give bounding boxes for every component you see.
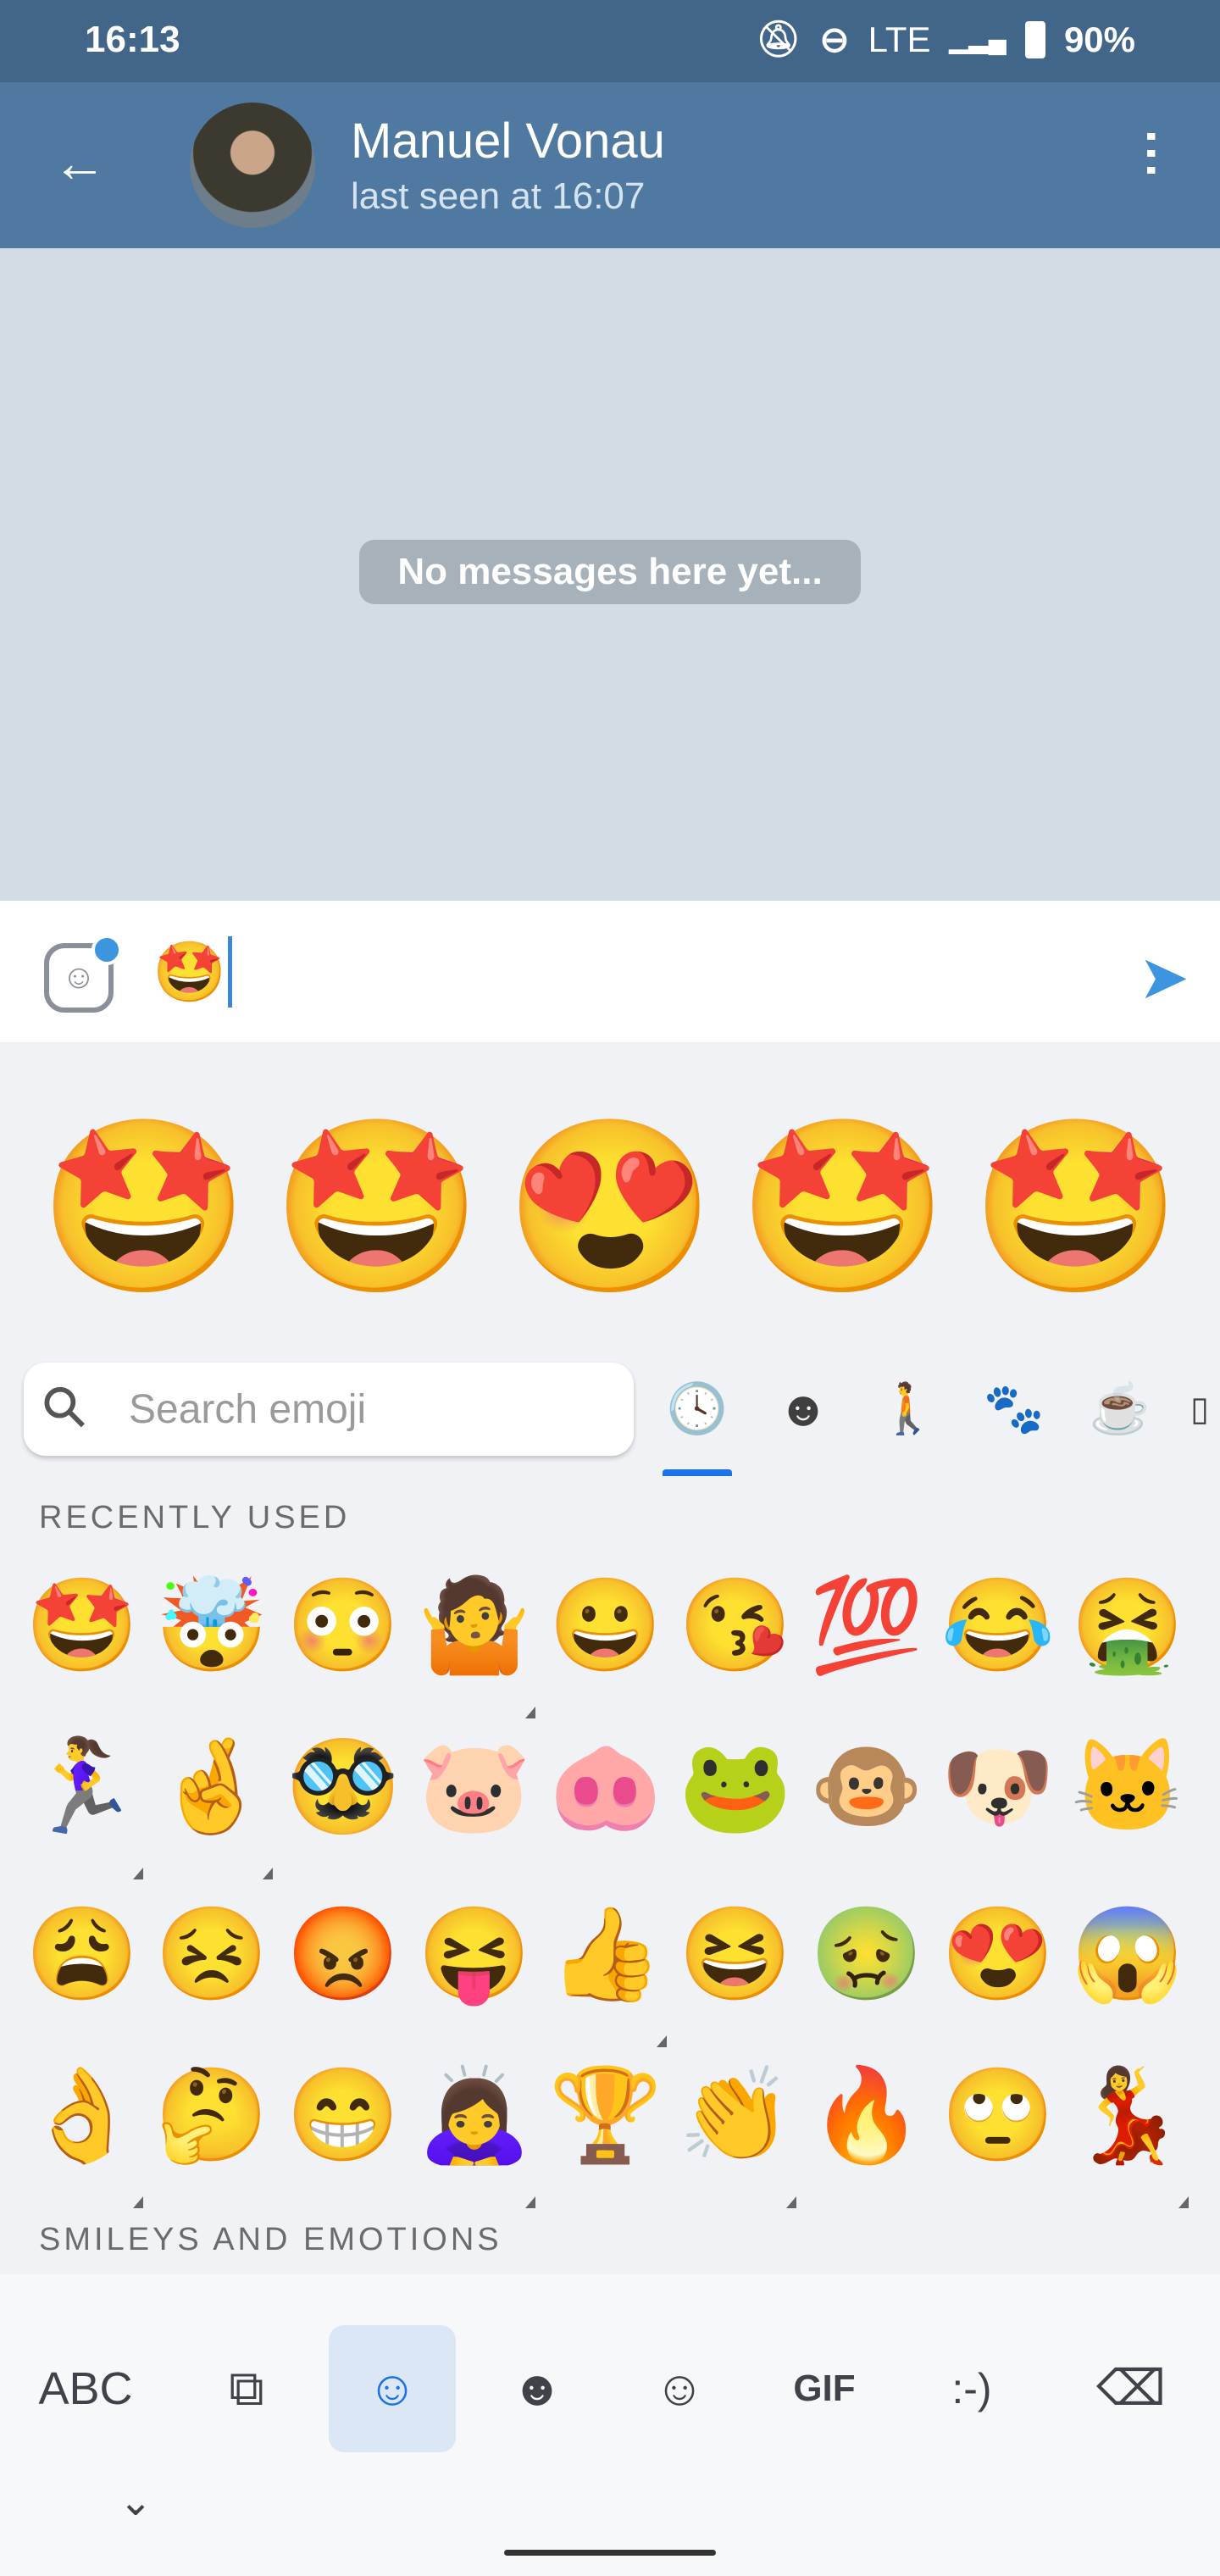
emoji-cell[interactable]: 😂 [934,1562,1062,1689]
home-indicator[interactable] [504,2550,716,2556]
search-emoji-input[interactable] [129,1381,603,1437]
sticker-button[interactable]: ☺ [616,2325,743,2452]
emoticon-button[interactable]: :-) [908,2325,1035,2452]
emoji-cell[interactable]: 🐷 [411,1723,538,1850]
emoji-cell[interactable]: 🤯 [148,1562,275,1689]
emoji-cell[interactable]: 🐶 [934,1723,1062,1850]
emoji-cell[interactable]: 🤩 [19,1562,146,1689]
back-arrow-icon[interactable]: ← [53,133,107,192]
send-icon[interactable]: ➤ [1139,941,1190,1013]
emoji-cell[interactable]: 😡 [280,1890,407,2018]
emoji-cell[interactable]: 🥸 [280,1723,407,1850]
emoji-cell[interactable]: 🔥 [803,2051,930,2179]
emoji-cell[interactable]: 😘 [672,1562,799,1689]
emoji-cell[interactable]: 🏆 [542,2051,669,2179]
tab-smileys[interactable]: ☻ [765,1377,841,1441]
sticker-icon: ☺ [654,2361,705,2416]
emoji-cell[interactable]: 🤷 [411,1562,538,1689]
variant-indicator [133,1868,143,1879]
emoji-cell[interactable]: 🐽 [542,1723,669,1850]
emoji-cell[interactable]: 😀 [542,1562,669,1689]
emoji-cell[interactable]: 😱 [1064,1890,1191,2018]
emoji-cell[interactable]: 😩 [19,1890,146,2018]
keyboard-toolbar: ABC ⧉ ☺ ☻ ☺ GIF :-) ⌫ ⌄ [0,2274,1220,2576]
chat-header: ← Manuel Vonau last seen at 16:07 ⋯ [0,82,1220,248]
emoji-cell[interactable]: 😍 [934,1890,1062,2018]
variant-indicator [1178,2196,1189,2208]
tab-food[interactable]: ☕ [1082,1377,1158,1441]
dnd-icon: ⊖ [819,19,850,59]
emoji-search[interactable]: ⚲ [24,1363,634,1456]
emoji-cell[interactable]: 🏃‍♀️ [19,1723,146,1850]
suggestion-emoji[interactable]: 😍 [500,1097,720,1318]
tab-recent[interactable]: 🕓 [659,1377,735,1441]
battery-percent: 90% [1063,19,1135,59]
emoji-button[interactable]: ☺ [329,2325,456,2452]
chat-area: No messages here yet... [0,248,1220,901]
tab-animals[interactable]: 🐾 [976,1377,1052,1441]
tab-people[interactable]: 🚶 [870,1377,946,1441]
search-sticker-icon: ⧉ [229,2361,264,2416]
emoji-cell[interactable]: 🤞 [148,1723,275,1850]
variant-indicator [657,2035,667,2047]
suggestion-emoji[interactable]: 🤩 [733,1097,953,1318]
suggestion-emoji[interactable]: 🤩 [267,1097,487,1318]
emoji-cell[interactable]: 😝 [411,1890,538,2018]
suggestion-emoji[interactable]: 🤩 [34,1097,254,1318]
smiley-icon: ☺ [367,2361,418,2416]
emoji-search-button[interactable]: ⧉ [183,2325,310,2452]
emoji-kitchen-button[interactable]: ☻ [474,2325,601,2452]
emoji-cell[interactable]: 💯 [803,1562,930,1689]
avatar[interactable] [190,103,315,228]
emoji-cell[interactable]: 👏 [672,2051,799,2179]
search-icon: ⚲ [27,1369,102,1444]
emoji-cell[interactable]: 😣 [148,1890,275,2018]
more-vert-icon[interactable]: ⋯ [1124,128,1181,179]
abc-button[interactable]: ABC [22,2325,149,2452]
tab-more[interactable]: ▯ [1184,1377,1215,1441]
emoji-cell[interactable]: 🙄 [934,2051,1062,2179]
variant-indicator [525,2196,535,2208]
active-tab-indicator [663,1469,732,1476]
section-smileys: SMILEYS AND EMOTIONS [39,2222,502,2257]
message-input-bar: ☺ 🤩 ➤ [0,901,1220,1042]
emoji-cell[interactable]: 🐱 [1064,1723,1191,1850]
emoji-cell[interactable]: 👌 [19,2051,146,2179]
emoji-cell[interactable]: 🤔 [148,2051,275,2179]
notification-dot [92,935,122,965]
emoji-cell[interactable]: 💃 [1064,2051,1191,2179]
emoji-cell[interactable]: 😆 [672,1890,799,2018]
emoji-cell[interactable]: 🤮 [1064,1562,1191,1689]
variant-indicator [133,2196,143,2208]
section-recently-used: RECENTLY USED [39,1500,351,1535]
emoji-cell[interactable]: 😳 [280,1562,407,1689]
gif-button[interactable]: GIF [761,2325,888,2452]
status-time: 16:13 [85,19,180,60]
status-bar: 16:13 🔕︎ ⊖ LTE ▁▂▄ 90% [0,0,1220,82]
backspace-icon[interactable]: ⌫ [1068,2325,1195,2452]
emoji-cell[interactable]: 👍 [542,1890,669,2018]
variant-indicator [786,2196,796,2208]
last-seen: last seen at 16:07 [351,175,646,217]
emoji-cell[interactable]: 🐵 [803,1723,930,1850]
emoji-cell[interactable]: 🙇‍♀️ [411,2051,538,2179]
variant-indicator [525,1707,535,1718]
suggestion-emoji[interactable]: 🤩 [966,1097,1186,1318]
network-type: LTE [868,19,931,59]
chat-smiley-icon: ☻ [511,2361,563,2416]
contact-name[interactable]: Manuel Vonau [351,113,665,169]
message-input[interactable]: 🤩 [152,936,233,1008]
battery-icon [1024,20,1045,58]
empty-chat-label: No messages here yet... [359,540,861,604]
chevron-down-icon[interactable]: ⌄ [119,2478,152,2525]
emoji-cell[interactable]: 🐸 [672,1723,799,1850]
emoji-cell[interactable]: 😁 [280,2051,407,2179]
signal-icon: ▁▂▄ [949,25,1006,53]
emoji-cell[interactable]: 🤢 [803,1890,930,2018]
variant-indicator [263,1868,273,1879]
bell-off-icon: 🔕︎ [756,19,801,58]
